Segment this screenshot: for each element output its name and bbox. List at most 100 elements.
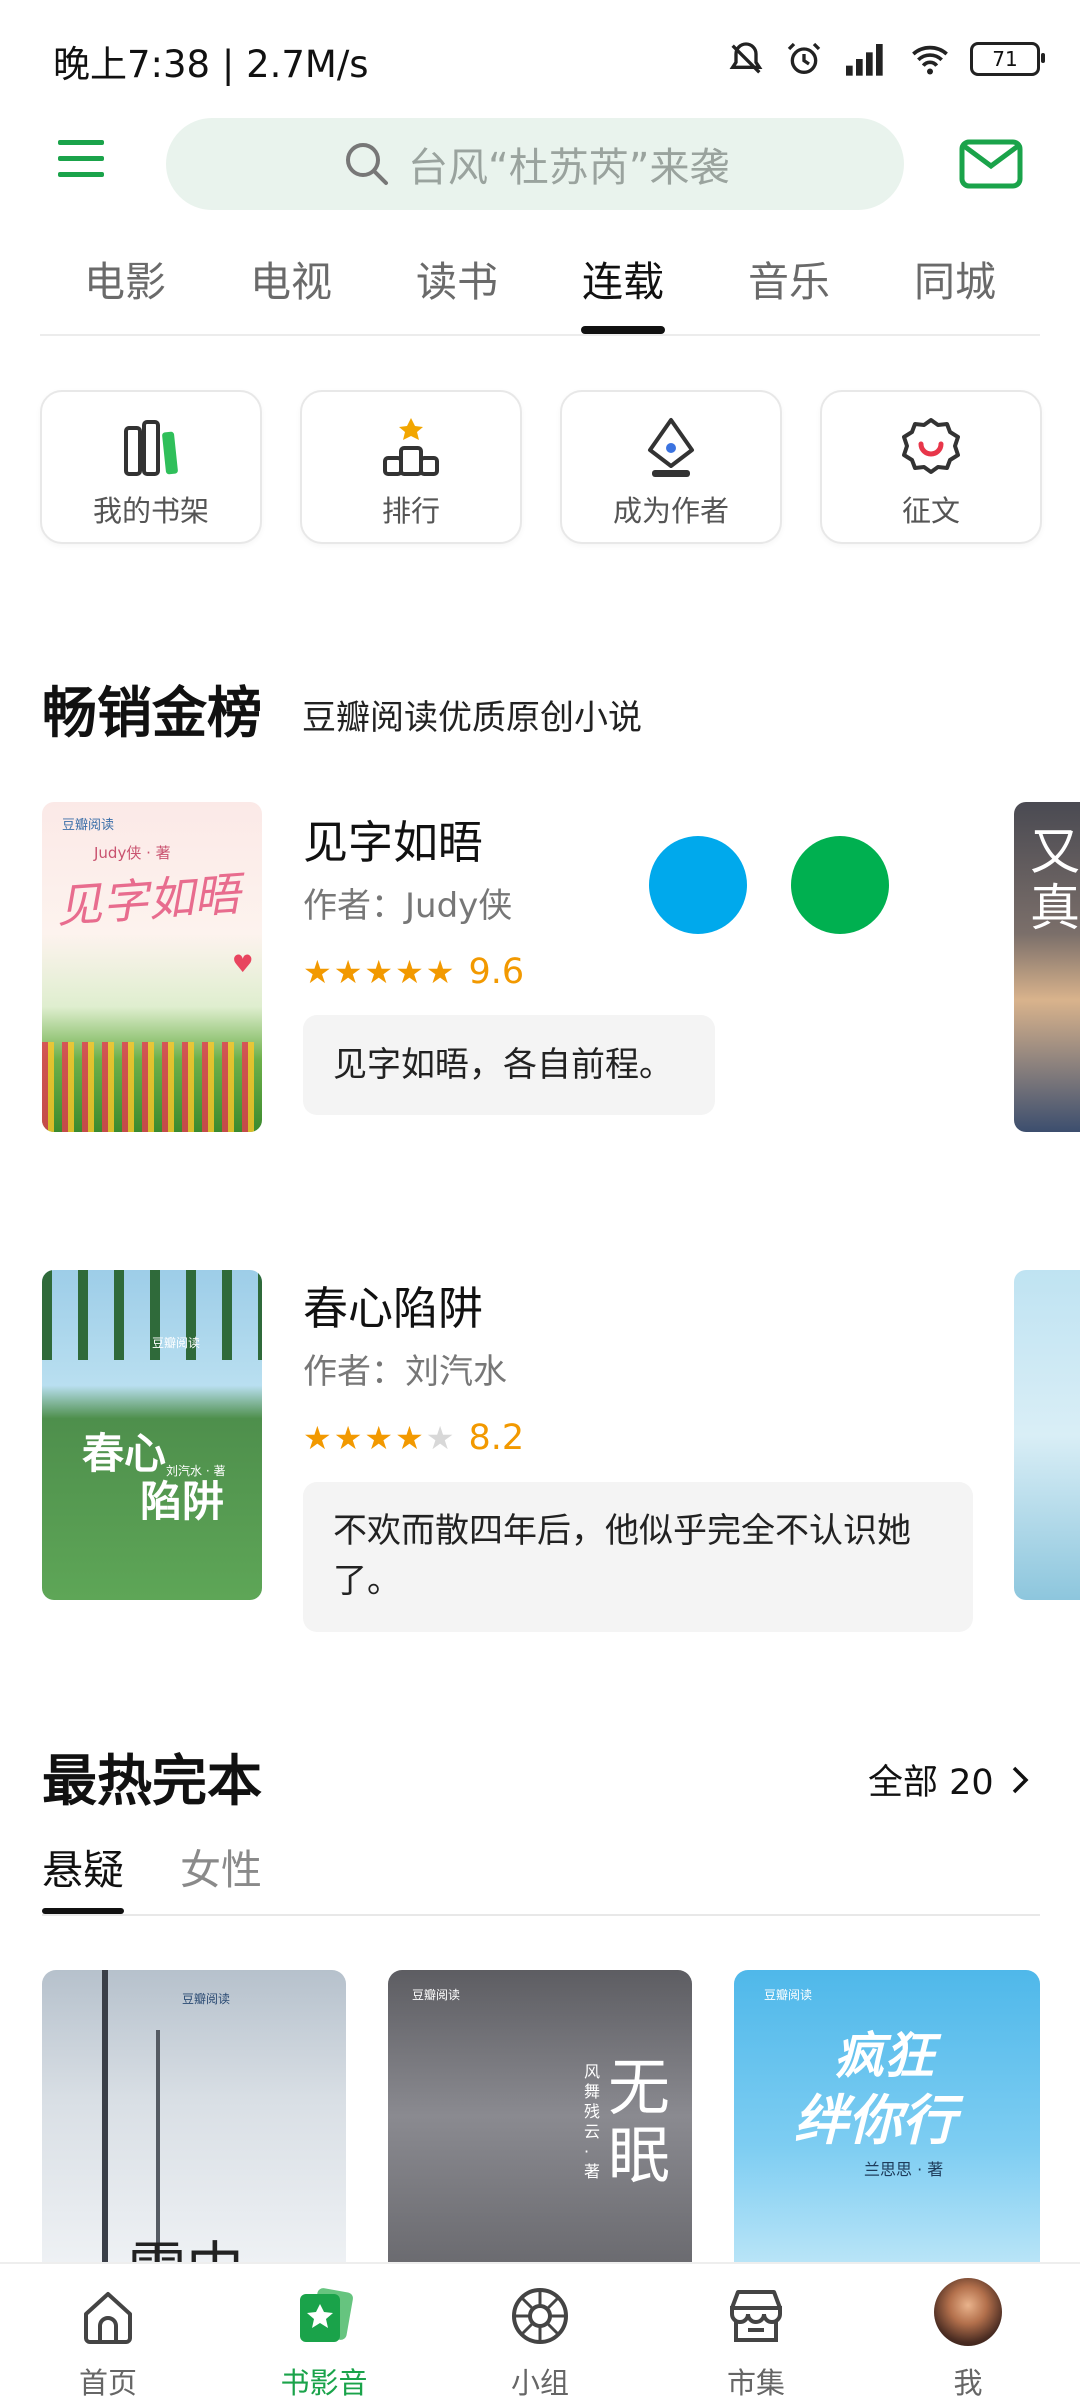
book-author: 作者：Judy侠 (303, 886, 513, 926)
cover-byline: 刘汽水 · 著 (166, 1464, 226, 1478)
book-cover[interactable]: 豆瓣阅读 雪中 (42, 1970, 346, 2262)
group-icon (512, 2288, 568, 2344)
see-all-link[interactable]: 全部 20 (868, 1754, 1038, 1805)
book-quote: 见字如晤，各自前程。 (303, 1015, 715, 1115)
book-cover[interactable]: 豆瓣阅读 Judy侠 · 著 见字如晤 ♥ (42, 802, 262, 1132)
book-cover[interactable]: 豆瓣阅读 风舞残云 · 著 无眠 (388, 1970, 692, 2262)
signal-icon (846, 44, 883, 76)
nav-media[interactable]: 书影音 (254, 2264, 394, 2402)
book-cover-peek[interactable] (1014, 1270, 1080, 1600)
floating-bubble-blue[interactable] (649, 836, 747, 934)
bestseller-subtitle: 豆瓣阅读优质原创小说 (302, 698, 642, 738)
tab-movie[interactable]: 电影 (84, 248, 166, 308)
star-icon: ★ (364, 953, 394, 991)
battery-indicator: 71 (970, 42, 1045, 76)
market-icon (730, 2290, 782, 2342)
avatar (934, 2278, 1002, 2346)
star-icon: ★ (333, 953, 363, 991)
nav-me[interactable]: 我 (898, 2264, 1038, 2402)
nav-label: 市集 (726, 2366, 785, 2400)
cover-byline: 风舞残云 · 著 (584, 2062, 601, 2181)
star-icon: ★ (425, 953, 455, 991)
menu-button[interactable] (52, 130, 112, 190)
search-placeholder: 台风“杜苏芮”来袭 (408, 145, 730, 191)
tile-label: 征文 (901, 494, 960, 528)
nav-label: 首页 (78, 2366, 137, 2400)
star-icon: ★ (395, 953, 424, 991)
podium-icon (383, 418, 439, 476)
cover-title: 又真 (1030, 824, 1080, 936)
cover-publisher: 豆瓣阅读 (764, 1988, 813, 2002)
book-rating: ★ ★ ★ ★ ★ 8.2 (303, 1418, 524, 1458)
book-author: 作者：刘汽水 (303, 1352, 507, 1392)
bottom-nav: 首页 书影音 小组 市集 我 (0, 2262, 1080, 2402)
tab-serial[interactable]: 连载 (582, 248, 664, 308)
pen-nib-icon (648, 418, 694, 477)
heart-icon: ♥ (232, 950, 254, 978)
star-icon: ★ (364, 1419, 394, 1457)
nav-home[interactable]: 首页 (38, 2264, 178, 2402)
tile-my-bookshelf[interactable]: 我的书架 (40, 390, 262, 544)
subtab-female[interactable]: 女性 (180, 1836, 262, 1896)
bell-off-icon (729, 42, 763, 74)
star-icon: ★ (303, 953, 332, 991)
cover-flowers (42, 1042, 262, 1132)
tab-books[interactable]: 读书 (416, 248, 498, 308)
mail-icon (959, 139, 1023, 189)
tile-contest[interactable]: 征文 (820, 390, 1042, 544)
alarm-icon (787, 42, 821, 74)
nav-market[interactable]: 市集 (686, 2264, 826, 2402)
see-all-label: 全部 20 (868, 1763, 994, 1803)
book-cover[interactable]: 豆瓣阅读 春心 陷阱 刘汽水 · 著 (42, 1270, 262, 1600)
cover-publisher: 豆瓣阅读 (152, 1336, 201, 1350)
search-icon (346, 143, 388, 185)
tile-ranking[interactable]: 排行 (300, 390, 522, 544)
book-cover[interactable]: 豆瓣阅读 疯狂 绊你行 兰思思 · 著 (734, 1970, 1040, 2262)
tab-tv[interactable]: 电视 (250, 248, 332, 308)
star-icon: ★ (333, 1419, 363, 1457)
tile-label: 我的书架 (92, 494, 209, 528)
cover-publisher: 豆瓣阅读 (62, 818, 115, 833)
category-tabs: 电影 电视 读书 连载 音乐 同城 (40, 248, 1040, 338)
chevron-right-icon (1012, 1766, 1029, 1793)
book-title[interactable]: 春心陷阱 (303, 1272, 483, 1337)
cover-title: 见字如晤 (54, 866, 242, 934)
book-cover-peek[interactable]: 又真 (1014, 802, 1080, 1132)
book-rating: ★ ★ ★ ★ ★ 9.6 (303, 952, 524, 992)
active-tab-indicator (581, 326, 665, 334)
star-icon: ★ (425, 1419, 455, 1457)
tile-become-author[interactable]: 成为作者 (560, 390, 782, 544)
rating-value: 8.2 (468, 1418, 525, 1458)
cover-publisher: 豆瓣阅读 (412, 1988, 461, 2002)
bestseller-title: 畅销金榜 (42, 681, 263, 745)
search-bar[interactable]: 台风“杜苏芮”来袭 (166, 118, 904, 210)
wifi-icon (912, 45, 948, 75)
cover-byline: 兰思思 · 著 (864, 2160, 944, 2179)
cover-byline: Judy侠 · 著 (94, 844, 171, 862)
mail-button[interactable] (958, 134, 1024, 194)
floating-bubble-green[interactable] (791, 836, 889, 934)
tile-label: 成为作者 (612, 494, 729, 528)
bookshelf-icon (124, 420, 178, 476)
nav-label: 小组 (510, 2366, 569, 2400)
status-time: 晚上7:38 | 2.7M/s (53, 43, 369, 86)
nav-group[interactable]: 小组 (470, 2264, 610, 2402)
home-icon (84, 2292, 132, 2344)
cover-pole (102, 1970, 108, 2262)
book-quote: 不欢而散四年后，他似乎完全不认识她了。 (303, 1482, 973, 1632)
hot-complete-title: 最热完本 (42, 1749, 263, 1813)
nav-label: 书影音 (280, 2366, 368, 2400)
cover-publisher: 豆瓣阅读 (182, 1992, 231, 2006)
tab-music[interactable]: 音乐 (748, 248, 830, 308)
menu-icon (58, 140, 104, 177)
tab-local[interactable]: 同城 (914, 248, 996, 308)
tile-label: 排行 (381, 494, 440, 528)
subtab-suspense[interactable]: 悬疑 (42, 1836, 124, 1896)
book-title[interactable]: 见字如晤 (303, 806, 483, 871)
nav-label: 我 (953, 2366, 983, 2400)
divider (42, 1914, 1040, 1916)
star-icon: ★ (395, 1419, 424, 1457)
cover-title: 绊你行 (794, 2089, 956, 2152)
badge-icon (902, 418, 960, 474)
media-icon (300, 2288, 353, 2342)
